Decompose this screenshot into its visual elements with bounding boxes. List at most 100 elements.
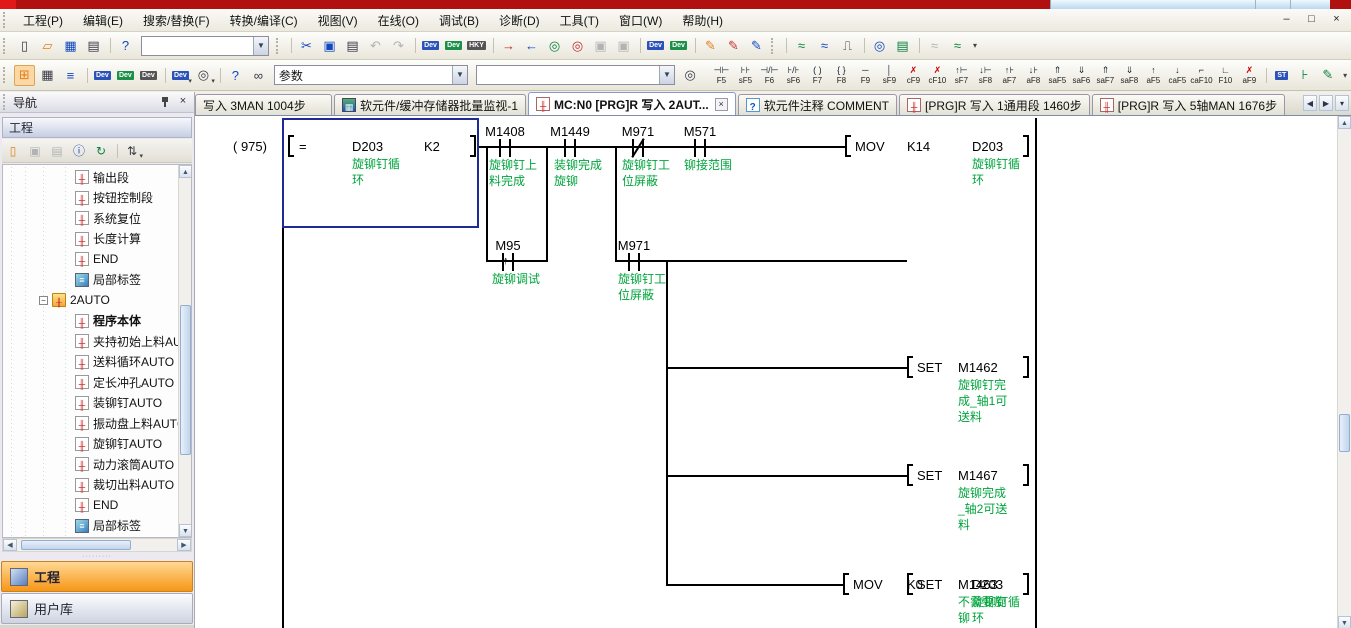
menu-item[interactable]: 诊断(D) bbox=[489, 9, 550, 32]
rising-pulse-close-branch-fkey[interactable]: ⇑ saF7 bbox=[1093, 63, 1117, 87]
tree-item[interactable]: 振动盘上料AUTC bbox=[3, 413, 177, 434]
delete-vertical-line-fkey[interactable]: ✗ cF10 bbox=[925, 63, 949, 87]
print-icon[interactable]: ▤ bbox=[83, 35, 104, 56]
falling-pulse-fkey[interactable]: ↓⊢ sF8 bbox=[973, 63, 997, 87]
no-convert-fkey[interactable]: ⌐ caF10 bbox=[1189, 63, 1213, 87]
tab-general-segment[interactable]: [PRG]R 写入 1通用段 1460步 bbox=[899, 94, 1090, 115]
tab-2auto-active[interactable]: MC:N0 [PRG]R 写入 2AUT... × bbox=[528, 92, 736, 115]
device-find-icon[interactable]: ◎ bbox=[193, 65, 214, 86]
project-view-button[interactable]: 工程 bbox=[1, 561, 193, 592]
new-project-icon[interactable]: ▯ bbox=[14, 35, 35, 56]
inline-st-icon[interactable]: ⊦ bbox=[1294, 65, 1315, 86]
remote-operation-icon[interactable]: ◎ bbox=[567, 35, 588, 56]
structured-text-icon[interactable]: ST bbox=[1271, 65, 1292, 86]
contact-m971-no[interactable]: M971 ↑ 旋铆钉工 位屏蔽 bbox=[604, 238, 664, 303]
edit-mode-icon[interactable]: ✎ bbox=[1317, 65, 1338, 86]
ladder-canvas[interactable]: ( 975) = D203 K2 旋铆钉循 环 bbox=[195, 116, 1351, 628]
redo-icon[interactable]: ↷ bbox=[388, 35, 409, 56]
application-instruction-fkey[interactable]: { } F8 bbox=[829, 63, 853, 87]
menu-item[interactable]: 工程(P) bbox=[13, 9, 73, 32]
menubar-grip[interactable] bbox=[3, 12, 9, 28]
delete-edge-fkey[interactable]: ✗ aF9 bbox=[1237, 63, 1261, 87]
tree-vertical-scrollbar[interactable]: ▲ ▼ bbox=[178, 165, 191, 537]
toolbar-grip[interactable] bbox=[3, 67, 9, 83]
navigation-window-icon[interactable]: ⊞ bbox=[14, 65, 35, 86]
copy-icon[interactable]: ▣ bbox=[319, 35, 340, 56]
tree-item[interactable]: 局部标签 bbox=[3, 516, 177, 537]
tree-item[interactable]: 按钮控制段 bbox=[3, 188, 177, 209]
device-comment-edit-icon[interactable]: Dev bbox=[420, 35, 441, 56]
device-display-icon[interactable]: Dev bbox=[170, 65, 191, 86]
monitor-stop-icon[interactable]: ≈ bbox=[814, 35, 835, 56]
scroll-right-icon[interactable]: ▶ bbox=[177, 539, 191, 551]
copy-data-icon[interactable]: ▣ bbox=[25, 141, 45, 161]
refresh-view-icon[interactable]: ↻ bbox=[91, 141, 111, 161]
closed-branch-fkey[interactable]: ⊦/⊦ sF6 bbox=[781, 63, 805, 87]
menu-item[interactable]: 调试(B) bbox=[429, 9, 489, 32]
scroll-down-icon[interactable]: ▼ bbox=[1338, 616, 1351, 628]
contact-m1449[interactable]: M1449 ↑ 装铆完成 旋铆 bbox=[540, 124, 600, 189]
function-block-list-icon[interactable]: ≡ bbox=[60, 65, 81, 86]
convert-operation-fkey[interactable]: ↓ caF5 bbox=[1165, 63, 1189, 87]
tab-list-menu-icon[interactable]: ▾ bbox=[1335, 95, 1349, 111]
delete-horizontal-line-fkey[interactable]: ✗ cF9 bbox=[901, 63, 925, 87]
module-configuration-icon[interactable]: ▦ bbox=[37, 65, 58, 86]
compare-operand-2[interactable]: K2 bbox=[424, 139, 440, 154]
tree-item[interactable]: 程序本体 bbox=[3, 311, 177, 332]
minimize-button[interactable]: – bbox=[1278, 11, 1295, 28]
read-from-plc-icon[interactable]: ← bbox=[521, 35, 542, 56]
compare-op[interactable]: = bbox=[299, 139, 307, 154]
sort-icon[interactable]: ⇅ bbox=[122, 141, 142, 161]
find-icon[interactable]: ∞ bbox=[248, 65, 269, 86]
device-memory-icon[interactable]: Dev bbox=[115, 65, 136, 86]
edge-fkey[interactable]: ∟ F10 bbox=[1213, 63, 1237, 87]
editor-vertical-scrollbar[interactable]: ▲ ▼ bbox=[1337, 116, 1351, 628]
tab-comment[interactable]: 软元件注释 COMMENT bbox=[738, 94, 897, 115]
tab-3man[interactable]: 写入 3MAN 1004步 bbox=[195, 94, 332, 115]
project-selector-combo[interactable]: ▼ bbox=[141, 36, 269, 56]
tab-scroll-left-icon[interactable]: ◀ bbox=[1303, 95, 1317, 111]
trace-setting-icon[interactable]: ≈ bbox=[947, 35, 968, 56]
find-text-combo[interactable]: ▼ bbox=[476, 65, 675, 85]
tab-device-buffer-monitor[interactable]: 软元件/缓冲存储器批量监视-1 bbox=[334, 94, 526, 115]
monitor-condition-icon[interactable]: ⎍ bbox=[837, 35, 858, 56]
contact-m95-pulse[interactable]: M95 ↑ 旋铆调试 bbox=[478, 238, 538, 287]
scroll-down-icon[interactable]: ▼ bbox=[179, 524, 192, 537]
contact-m1408[interactable]: M1408 ↑ 旋铆钉上 料完成 bbox=[475, 124, 535, 189]
tree-item[interactable]: 裁切出料AUTO bbox=[3, 475, 177, 496]
user-library-button[interactable]: 用户库 bbox=[1, 593, 193, 624]
scroll-left-icon[interactable]: ◀ bbox=[3, 539, 17, 551]
scrollbar-thumb[interactable] bbox=[21, 540, 131, 550]
menu-item[interactable]: 工具(T) bbox=[550, 9, 609, 32]
tree-horizontal-scrollbar[interactable]: ◀ ▶ bbox=[2, 538, 192, 552]
menu-item[interactable]: 窗口(W) bbox=[609, 9, 672, 32]
restore-button[interactable]: □ bbox=[1303, 11, 1320, 28]
open-contact-fkey[interactable]: ⊣⊢ F5 bbox=[709, 63, 733, 87]
tree-expander[interactable]: − bbox=[39, 296, 48, 305]
contact-m971-nc[interactable]: M971 ↑ 旋铆钉工 位屏蔽 bbox=[608, 124, 668, 189]
menu-item[interactable]: 帮助(H) bbox=[672, 9, 733, 32]
scrollbar-thumb[interactable] bbox=[180, 305, 191, 455]
closed-contact-fkey[interactable]: ⊣/⊢ F6 bbox=[757, 63, 781, 87]
tab-close-button[interactable]: × bbox=[715, 98, 728, 111]
scroll-up-icon[interactable]: ▲ bbox=[179, 165, 192, 178]
tree-item[interactable]: 旋铆钉AUTO bbox=[3, 434, 177, 455]
monitor-start-icon[interactable]: ≈ bbox=[791, 35, 812, 56]
tree-item[interactable]: 动力滚筒AUTO bbox=[3, 454, 177, 475]
tab-scroll-right-icon[interactable]: ▶ bbox=[1319, 95, 1333, 111]
keyword-setup-icon[interactable]: ▣ bbox=[590, 35, 611, 56]
pin-icon[interactable] bbox=[158, 95, 172, 109]
tree-item[interactable]: END bbox=[3, 249, 177, 270]
open-project-icon[interactable]: ▱ bbox=[37, 35, 58, 56]
help2-icon[interactable]: ? bbox=[225, 65, 246, 86]
toolbar-overflow-icon[interactable]: ▾ bbox=[1339, 71, 1351, 80]
find-in-page-icon[interactable]: ◎ bbox=[680, 65, 700, 86]
combo-dropdown-icon[interactable]: ▼ bbox=[253, 37, 268, 55]
device-monitor-icon[interactable]: Dev bbox=[645, 35, 666, 56]
tree-item[interactable]: 输出段 bbox=[3, 167, 177, 188]
compare-operand-1[interactable]: D203 bbox=[352, 139, 383, 154]
device-memory-edit-icon[interactable]: Dev bbox=[443, 35, 464, 56]
combo-dropdown-icon[interactable]: ▼ bbox=[452, 66, 467, 84]
vertical-line-fkey[interactable]: │ sF9 bbox=[877, 63, 901, 87]
open-branch-fkey[interactable]: ⊦⊦ sF5 bbox=[733, 63, 757, 87]
